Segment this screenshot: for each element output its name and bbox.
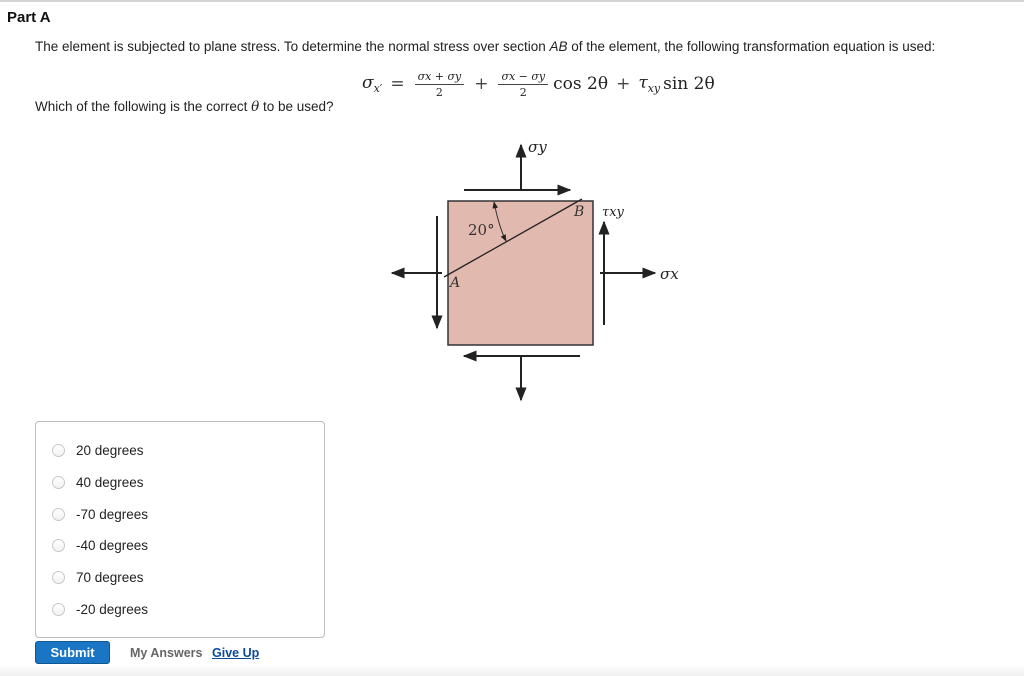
my-answers-link[interactable]: My Answers (130, 646, 202, 660)
give-up-link[interactable]: Give Up (212, 646, 259, 660)
choice-label[interactable]: -20 degrees (76, 602, 148, 617)
part-title: Part A (7, 9, 51, 26)
sigma-y-label: σy (528, 138, 547, 156)
tau-xy-label: τxy (602, 205, 625, 220)
choice-label[interactable]: 70 degrees (76, 570, 144, 585)
choice-70-degrees[interactable]: 70 degrees (52, 567, 144, 587)
cos-term: cos 2θ (553, 74, 609, 94)
submit-button[interactable]: Submit (35, 641, 110, 664)
fraction-difference: σx − σy 2 (498, 70, 549, 99)
answer-choices: 20 degrees 40 degrees -70 degrees -40 de… (35, 421, 325, 638)
fraction-denominator: 2 (519, 85, 527, 99)
plus-sign: + (616, 74, 631, 94)
fraction-average: σx + σy 2 (414, 70, 465, 99)
plus-sign: + (474, 74, 489, 94)
choice-20-degrees[interactable]: 20 degrees (52, 440, 144, 460)
sin-term: sin 2θ (663, 74, 715, 94)
intro-text-end: of the element, the following transforma… (567, 39, 936, 54)
theta-symbol: θ (251, 99, 260, 115)
transformation-equation: σx′ = σx + σy 2 + σx − σy 2 cos 2θ + τxy… (362, 64, 715, 104)
bottom-shade (0, 664, 1024, 676)
point-a-label: A (448, 275, 460, 291)
choice-minus-40-degrees[interactable]: -40 degrees (52, 535, 148, 555)
point-b-label: B (573, 204, 584, 220)
stress-element-diagram: 20° A B σy σx τxy (390, 138, 679, 402)
choice-label[interactable]: -40 degrees (76, 538, 148, 553)
fraction-denominator: 2 (435, 85, 443, 99)
choice-label[interactable]: -70 degrees (76, 507, 148, 522)
radio-button[interactable] (52, 538, 65, 552)
radio-button[interactable] (52, 507, 65, 521)
question-text: Which of the following is the correct θ … (35, 99, 334, 115)
section-label: AB (549, 39, 568, 54)
equation-lhs: σx′ (362, 73, 383, 95)
choice-40-degrees[interactable]: 40 degrees (52, 472, 144, 492)
choice-label[interactable]: 40 degrees (76, 475, 144, 490)
equals-sign: = (390, 74, 405, 94)
radio-button[interactable] (52, 602, 65, 616)
tau-term: τxy (638, 73, 661, 95)
angle-label: 20° (468, 221, 495, 239)
fraction-numerator: σx − σy (498, 70, 549, 85)
choice-minus-70-degrees[interactable]: -70 degrees (52, 504, 148, 524)
sigma-x-label: σx (660, 265, 679, 283)
fraction-numerator: σx + σy (414, 70, 465, 85)
problem-statement: The element is subjected to plane stress… (35, 39, 935, 54)
radio-button[interactable] (52, 443, 65, 457)
radio-button[interactable] (52, 570, 65, 584)
choice-minus-20-degrees[interactable]: -20 degrees (52, 599, 148, 619)
top-divider (0, 0, 1024, 2)
choice-label[interactable]: 20 degrees (76, 443, 144, 458)
intro-text-start: The element is subjected to plane stress… (35, 39, 550, 54)
radio-button[interactable] (52, 475, 65, 489)
